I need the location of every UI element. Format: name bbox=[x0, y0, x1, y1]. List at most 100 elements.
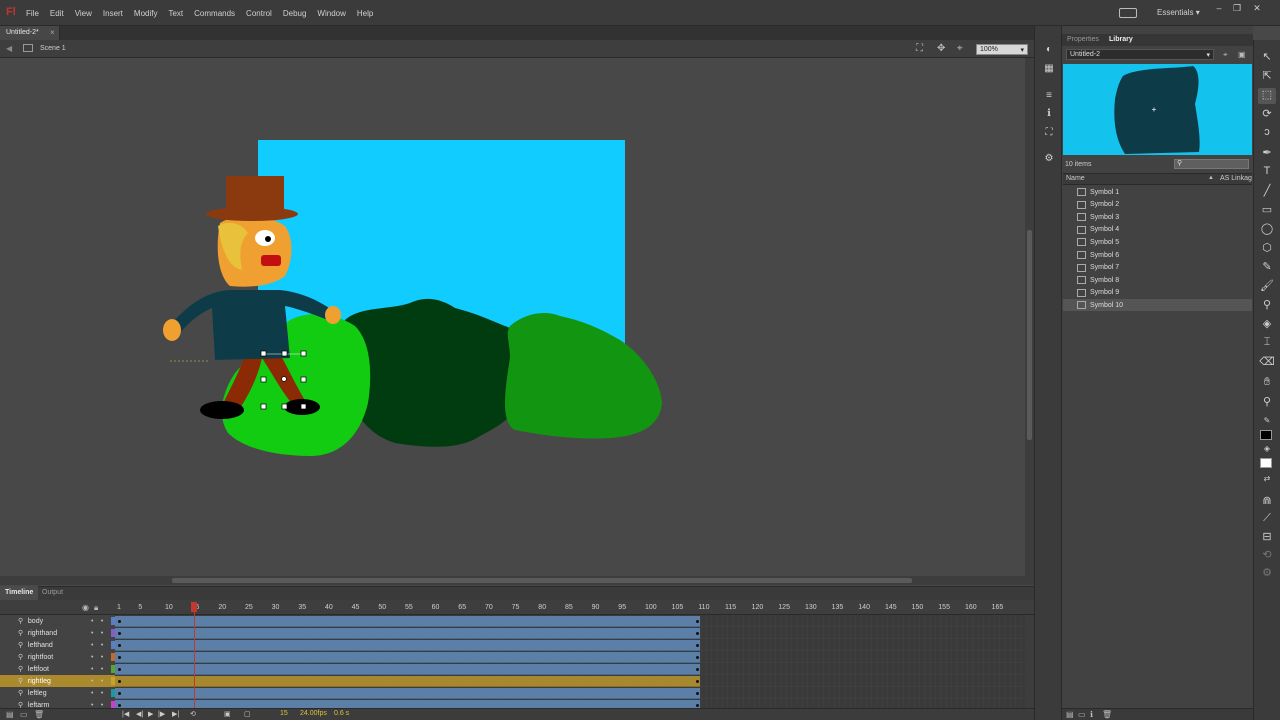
layer-name[interactable]: leftleg bbox=[28, 690, 87, 697]
keyframe[interactable] bbox=[118, 668, 121, 671]
go-last-frame-icon[interactable]: ▶| bbox=[172, 710, 179, 718]
3d-rotation-tool-icon[interactable]: ⟳ bbox=[1258, 107, 1276, 123]
frame-rate[interactable]: 24.00fps bbox=[300, 710, 327, 717]
menu-text[interactable]: Text bbox=[168, 9, 183, 18]
components-icon[interactable]: ⚙ bbox=[1040, 153, 1058, 167]
frame-number[interactable]: 105 bbox=[672, 604, 684, 611]
keyframe[interactable] bbox=[696, 668, 700, 671]
layer-name[interactable]: rightfoot bbox=[28, 654, 87, 661]
tab-output[interactable]: Output bbox=[42, 589, 63, 596]
frame-number[interactable]: 1 bbox=[117, 604, 121, 611]
step-forward-icon[interactable]: |▶ bbox=[158, 710, 165, 718]
keyframe[interactable] bbox=[118, 692, 121, 695]
close-tab-icon[interactable]: × bbox=[50, 28, 55, 37]
snap-to-objects-icon[interactable]: ⋒ bbox=[1258, 494, 1276, 510]
fill-color-swatch[interactable] bbox=[1260, 458, 1272, 468]
column-name[interactable]: Name bbox=[1066, 175, 1085, 182]
lock-toggle[interactable]: • bbox=[97, 630, 107, 637]
frame-number[interactable]: 30 bbox=[272, 604, 280, 611]
layer-row[interactable]: ⚲ leftleg • • bbox=[0, 687, 115, 699]
zoom-tool-icon[interactable]: ⚲ bbox=[1258, 395, 1276, 411]
visibility-toggle[interactable]: • bbox=[87, 678, 97, 685]
hand-tool-icon[interactable]: ✋︎ bbox=[1258, 376, 1276, 392]
layer-row[interactable]: ⚲ lefthand • • bbox=[0, 639, 115, 651]
playhead[interactable] bbox=[190, 602, 197, 612]
frame-span[interactable] bbox=[115, 628, 701, 639]
layer-row[interactable]: ⚲ body • • bbox=[0, 615, 115, 627]
column-linkage[interactable]: AS Linkag bbox=[1220, 175, 1252, 182]
new-folder-icon[interactable]: ▭ bbox=[20, 710, 28, 719]
lock-icon[interactable]: 🔒︎ bbox=[94, 603, 98, 613]
tab-timeline[interactable]: Timeline bbox=[0, 586, 38, 600]
subselection-tool-icon[interactable]: ⇱ bbox=[1258, 69, 1276, 85]
frame-number[interactable]: 20 bbox=[218, 604, 226, 611]
stroke-color-swatch[interactable] bbox=[1260, 430, 1272, 440]
frame-number[interactable]: 100 bbox=[645, 604, 657, 611]
pin-icon[interactable]: ⌖ bbox=[1223, 50, 1228, 60]
keyframe[interactable] bbox=[118, 620, 121, 623]
frame-number[interactable]: 95 bbox=[618, 604, 626, 611]
frame-span[interactable] bbox=[115, 676, 701, 687]
layer-row[interactable]: ⚲ rightleg • • bbox=[0, 675, 115, 687]
edit-scene-icon[interactable]: ⛶ bbox=[916, 43, 923, 54]
keyframe[interactable] bbox=[696, 632, 700, 635]
library-item[interactable]: Symbol 2 bbox=[1063, 199, 1252, 211]
menu-insert[interactable]: Insert bbox=[103, 9, 123, 18]
frame-span[interactable] bbox=[115, 664, 701, 675]
frame-number[interactable]: 10 bbox=[165, 604, 173, 611]
mid-bush[interactable] bbox=[505, 313, 662, 439]
stage-canvas[interactable] bbox=[0, 58, 1024, 576]
frame-number[interactable]: 45 bbox=[352, 604, 360, 611]
onion-skin-icon[interactable]: ▣ bbox=[224, 710, 231, 718]
brush-tool-icon[interactable]: 🖌︎ bbox=[1258, 279, 1276, 295]
loop-icon[interactable]: ⟲ bbox=[190, 710, 196, 718]
frame-number[interactable]: 160 bbox=[965, 604, 977, 611]
menu-help[interactable]: Help bbox=[357, 9, 373, 18]
eyedropper-tool-icon[interactable]: ⌶ bbox=[1258, 336, 1276, 352]
library-item[interactable]: Symbol 8 bbox=[1063, 274, 1252, 286]
layer-name[interactable]: lefthand bbox=[28, 642, 87, 649]
play-icon[interactable]: ▶ bbox=[148, 710, 153, 718]
left-foot[interactable] bbox=[200, 401, 244, 419]
stage-vertical-thumb[interactable] bbox=[1027, 230, 1032, 440]
lock-toggle[interactable]: • bbox=[97, 618, 107, 625]
bone-tool-icon[interactable]: ⚲ bbox=[1258, 298, 1276, 314]
zoom-dropdown[interactable]: 100% ▾ bbox=[976, 44, 1028, 55]
visibility-toggle[interactable]: • bbox=[87, 690, 97, 697]
delete-layer-icon[interactable]: 🗑︎ bbox=[34, 710, 44, 719]
align-icon[interactable]: ≡ bbox=[1040, 90, 1058, 104]
properties-icon[interactable]: ℹ bbox=[1090, 710, 1093, 719]
frame-number[interactable]: 130 bbox=[805, 604, 817, 611]
frame-number[interactable]: 65 bbox=[458, 604, 466, 611]
lock-toggle[interactable]: • bbox=[97, 690, 107, 697]
frame-number[interactable]: 135 bbox=[832, 604, 844, 611]
free-transform-tool-icon[interactable]: ⬚ bbox=[1258, 88, 1276, 104]
frame-number[interactable]: 70 bbox=[485, 604, 493, 611]
menu-file[interactable]: File bbox=[26, 9, 39, 18]
keyframe[interactable] bbox=[696, 680, 700, 683]
visibility-toggle[interactable]: • bbox=[87, 654, 97, 661]
layer-name[interactable]: righthand bbox=[28, 630, 87, 637]
keyframe[interactable] bbox=[118, 680, 121, 683]
new-symbol-icon[interactable]: ▤ bbox=[1066, 710, 1074, 719]
menu-modify[interactable]: Modify bbox=[134, 9, 158, 18]
keyframe[interactable] bbox=[118, 644, 121, 647]
frame-number[interactable]: 5 bbox=[138, 604, 142, 611]
workspace-menu[interactable]: Essentials ▾ bbox=[1157, 8, 1200, 17]
lock-toggle[interactable]: • bbox=[97, 654, 107, 661]
frame-number[interactable]: 55 bbox=[405, 604, 413, 611]
workspace-switcher-icon[interactable] bbox=[1119, 8, 1137, 18]
frame-number[interactable]: 165 bbox=[992, 604, 1004, 611]
eye-icon[interactable]: ◉ bbox=[82, 603, 89, 612]
keyframe[interactable] bbox=[696, 704, 700, 707]
new-layer-icon[interactable]: ▤ bbox=[6, 710, 14, 719]
layer-name[interactable]: leftfoot bbox=[28, 666, 87, 673]
frame-number[interactable]: 155 bbox=[938, 604, 950, 611]
menu-debug[interactable]: Debug bbox=[283, 9, 307, 18]
smooth-icon[interactable]: ⟋ bbox=[1258, 512, 1276, 528]
frame-number[interactable]: 60 bbox=[432, 604, 440, 611]
go-first-frame-icon[interactable]: |◀ bbox=[122, 710, 129, 718]
keyframe[interactable] bbox=[696, 644, 700, 647]
frame-number[interactable]: 40 bbox=[325, 604, 333, 611]
delete-icon[interactable]: 🗑︎ bbox=[1102, 710, 1112, 719]
